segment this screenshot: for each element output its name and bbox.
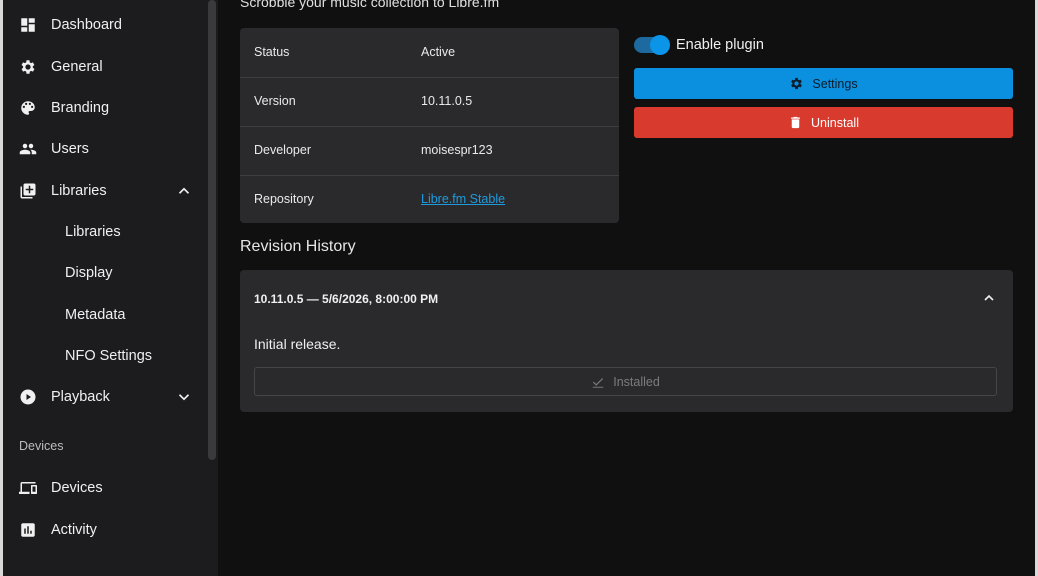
plugin-description: Scrobble your music collection to Libre.… xyxy=(240,0,500,10)
check-icon xyxy=(591,375,605,389)
main-content: Scrobble your music collection to Libre.… xyxy=(218,0,1035,576)
info-row-developer: Developer moisespr123 xyxy=(240,126,619,176)
revision-history-title: Revision History xyxy=(240,238,356,255)
sidebar-subitem-label: NFO Settings xyxy=(65,348,153,364)
sidebar-item-label: Libraries xyxy=(51,183,107,199)
plugin-info-table: Status Active Version 10.11.0.5 Develope… xyxy=(240,28,619,223)
sidebar-item-label: Users xyxy=(51,141,89,157)
chevron-down-icon[interactable] xyxy=(175,388,193,406)
enable-plugin-label: Enable plugin xyxy=(676,37,764,53)
sidebar-subitem-metadata[interactable]: Metadata xyxy=(3,295,203,335)
sidebar-item-label: Branding xyxy=(51,100,110,116)
sidebar-subitem-label: Display xyxy=(65,265,113,281)
settings-button[interactable]: Settings xyxy=(634,68,1013,99)
sidebar-section-devices: Devices xyxy=(19,439,64,453)
uninstall-button-label: Uninstall xyxy=(811,115,859,130)
sidebar-scrollbar[interactable] xyxy=(208,0,216,460)
installed-button: Installed xyxy=(254,367,997,396)
sidebar-item-playback[interactable]: Playback xyxy=(3,377,203,417)
trash-icon xyxy=(788,115,803,130)
uninstall-button[interactable]: Uninstall xyxy=(634,107,1013,138)
info-key: Version xyxy=(254,94,296,108)
revision-entry-notes: Initial release. xyxy=(254,336,341,352)
sidebar-subitem-label: Metadata xyxy=(65,307,126,323)
info-key: Repository xyxy=(254,192,314,206)
sidebar-item-general[interactable]: General xyxy=(3,47,203,87)
gear-icon xyxy=(789,76,804,91)
sidebar-item-label: General xyxy=(51,59,103,75)
repository-link[interactable]: Libre.fm Stable xyxy=(421,192,505,206)
sidebar-item-dashboard[interactable]: Dashboard xyxy=(3,5,203,45)
chevron-up-icon[interactable] xyxy=(981,290,997,306)
sidebar-subitem-nfo-settings[interactable]: NFO Settings xyxy=(3,336,203,376)
revision-entry-header[interactable]: 10.11.0.5 — 5/6/2026, 8:00:00 PM xyxy=(254,292,438,306)
info-value: 10.11.0.5 xyxy=(421,94,473,108)
sidebar-subitem-display[interactable]: Display xyxy=(3,253,203,293)
info-value: Active xyxy=(421,45,456,59)
sidebar: Dashboard General Branding Users Librari xyxy=(3,0,218,576)
sidebar-item-libraries[interactable]: Libraries xyxy=(3,171,203,211)
enable-plugin-control[interactable]: Enable plugin xyxy=(634,34,764,56)
library-add-icon xyxy=(19,182,37,200)
info-value: moisespr123 xyxy=(421,143,493,157)
gear-icon xyxy=(19,58,37,76)
sidebar-subitem-label: Libraries xyxy=(65,224,121,240)
activity-chart-icon xyxy=(19,521,37,539)
sidebar-item-label: Activity xyxy=(51,522,97,538)
installed-label: Installed xyxy=(613,374,660,389)
sidebar-item-label: Playback xyxy=(51,389,110,405)
settings-button-label: Settings xyxy=(812,76,858,91)
toggle-knob xyxy=(650,35,670,55)
info-row-version: Version 10.11.0.5 xyxy=(240,77,619,127)
users-icon xyxy=(19,140,37,158)
devices-icon xyxy=(19,479,37,497)
enable-plugin-toggle[interactable] xyxy=(634,35,670,55)
play-circle-icon xyxy=(19,388,37,406)
sidebar-item-branding[interactable]: Branding xyxy=(3,88,203,128)
info-row-repository: Repository Libre.fm Stable xyxy=(240,175,619,223)
sidebar-item-users[interactable]: Users xyxy=(3,129,203,169)
sidebar-item-label: Dashboard xyxy=(51,17,122,33)
info-row-status: Status Active xyxy=(240,28,619,78)
sidebar-subitem-libraries[interactable]: Libraries xyxy=(3,212,203,252)
sidebar-item-activity[interactable]: Activity xyxy=(3,510,203,550)
app-window: Dashboard General Branding Users Librari xyxy=(3,0,1035,576)
sidebar-item-devices[interactable]: Devices xyxy=(3,468,203,508)
dashboard-icon xyxy=(19,16,37,34)
info-key: Developer xyxy=(254,143,311,157)
info-key: Status xyxy=(254,45,290,59)
chevron-up-icon[interactable] xyxy=(175,182,193,200)
sidebar-item-label: Devices xyxy=(51,480,103,496)
revision-entry: 10.11.0.5 — 5/6/2026, 8:00:00 PM Initial… xyxy=(240,270,1013,412)
palette-icon xyxy=(19,99,37,117)
